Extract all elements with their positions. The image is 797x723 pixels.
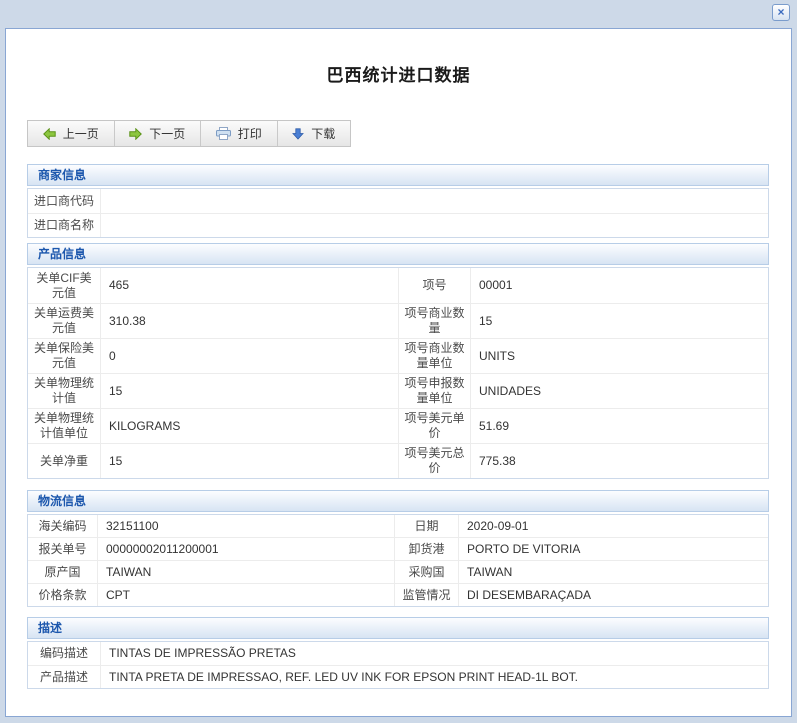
table-row: 进口商代码: [28, 189, 768, 213]
field-label: 日期: [394, 515, 459, 537]
field-value: [101, 214, 768, 237]
page-title: 巴西统计进口数据: [6, 29, 791, 86]
field-value: DI DESEMBARAÇADA: [459, 584, 768, 606]
field-label: 关单净重: [28, 444, 101, 478]
table-row: 价格条款 CPT 监管情况 DI DESEMBARAÇADA: [28, 583, 768, 606]
print-label: 打印: [238, 125, 262, 142]
section-header: 描述: [27, 617, 769, 639]
section-header: 物流信息: [27, 490, 769, 512]
description-table: 编码描述 TINTAS DE IMPRESSÃO PRETAS 产品描述 TIN…: [27, 641, 769, 689]
table-row: 关单物理统计值 15 项号申报数量单位 UNIDADES: [28, 373, 768, 408]
field-label: 进口商代码: [28, 189, 101, 213]
table-row: 关单运费美元值 310.38 项号商业数量 15: [28, 303, 768, 338]
section-description: 描述 编码描述 TINTAS DE IMPRESSÃO PRETAS 产品描述 …: [27, 617, 769, 689]
field-value: 00000002011200001: [98, 538, 394, 560]
field-label: 进口商名称: [28, 214, 101, 237]
field-label: 产品描述: [28, 666, 101, 688]
field-label: 原产国: [28, 561, 98, 583]
field-value: TINTAS DE IMPRESSÃO PRETAS: [101, 642, 768, 665]
field-label: 关单物理统计值单位: [28, 409, 101, 443]
toolbar: 上一页 下一页 打印 下载: [27, 120, 351, 147]
field-label: 项号: [398, 268, 471, 303]
field-label: 项号申报数量单位: [398, 374, 471, 408]
field-label: 监管情况: [394, 584, 459, 606]
field-label: 关单物理统计值: [28, 374, 101, 408]
prev-page-button[interactable]: 上一页: [28, 121, 115, 146]
arrow-down-blue-icon: [292, 128, 304, 140]
field-value: 51.69: [471, 409, 768, 443]
product-table: 关单CIF美元值 465 项号 00001 关单运费美元值 310.38 项号商…: [27, 267, 769, 479]
table-row: 产品描述 TINTA PRETA DE IMPRESSAO, REF. LED …: [28, 665, 768, 688]
section-merchant-info: 商家信息 进口商代码 进口商名称: [27, 164, 769, 238]
field-value: TINTA PRETA DE IMPRESSAO, REF. LED UV IN…: [101, 666, 768, 688]
field-value: KILOGRAMS: [101, 409, 398, 443]
field-label: 关单CIF美元值: [28, 268, 101, 303]
section-logistics-info: 物流信息 海关编码 32151100 日期 2020-09-01 报关单号 00…: [27, 490, 769, 607]
field-label: 项号商业数量单位: [398, 339, 471, 373]
print-button[interactable]: 打印: [201, 121, 278, 146]
dialog-panel: 巴西统计进口数据 上一页 下一页 打印: [5, 28, 792, 717]
download-button[interactable]: 下载: [278, 121, 351, 146]
table-row: 编码描述 TINTAS DE IMPRESSÃO PRETAS: [28, 642, 768, 665]
field-value: 310.38: [101, 304, 398, 338]
field-label: 海关编码: [28, 515, 98, 537]
table-row: 海关编码 32151100 日期 2020-09-01: [28, 515, 768, 537]
next-page-label: 下一页: [149, 125, 185, 142]
field-value: 775.38: [471, 444, 768, 478]
printer-icon: [216, 127, 231, 140]
field-label: 关单保险美元值: [28, 339, 101, 373]
field-value: 00001: [471, 268, 768, 303]
field-label: 报关单号: [28, 538, 98, 560]
field-value: 465: [101, 268, 398, 303]
section-header: 产品信息: [27, 243, 769, 265]
field-value: 15: [101, 374, 398, 408]
arrow-left-green-icon: [43, 128, 56, 140]
merchant-table: 进口商代码 进口商名称: [27, 188, 769, 238]
field-value: [101, 189, 768, 213]
table-row: 关单物理统计值单位 KILOGRAMS 项号美元单价 51.69: [28, 408, 768, 443]
prev-page-label: 上一页: [63, 125, 99, 142]
field-label: 编码描述: [28, 642, 101, 665]
table-row: 进口商名称: [28, 213, 768, 237]
section-product-info: 产品信息 关单CIF美元值 465 项号 00001 关单运费美元值 310.3…: [27, 243, 769, 479]
arrow-right-green-icon: [129, 128, 142, 140]
field-label: 价格条款: [28, 584, 98, 606]
table-row: 原产国 TAIWAN 采购国 TAIWAN: [28, 560, 768, 583]
table-row: 关单保险美元值 0 项号商业数量单位 UNITS: [28, 338, 768, 373]
field-value: TAIWAN: [98, 561, 394, 583]
field-value: CPT: [98, 584, 394, 606]
section-header: 商家信息: [27, 164, 769, 186]
field-value: UNITS: [471, 339, 768, 373]
close-icon[interactable]: ×: [772, 4, 790, 21]
field-value: 2020-09-01: [459, 515, 768, 537]
field-value: UNIDADES: [471, 374, 768, 408]
field-value: 0: [101, 339, 398, 373]
field-label: 项号美元单价: [398, 409, 471, 443]
download-label: 下载: [311, 125, 335, 142]
table-row: 关单CIF美元值 465 项号 00001: [28, 268, 768, 303]
field-label: 项号商业数量: [398, 304, 471, 338]
field-label: 采购国: [394, 561, 459, 583]
field-label: 项号美元总价: [398, 444, 471, 478]
field-label: 关单运费美元值: [28, 304, 101, 338]
field-value: PORTO DE VITORIA: [459, 538, 768, 560]
next-page-button[interactable]: 下一页: [115, 121, 202, 146]
field-value: 15: [101, 444, 398, 478]
field-value: 32151100: [98, 515, 394, 537]
field-label: 卸货港: [394, 538, 459, 560]
field-value: 15: [471, 304, 768, 338]
table-row: 报关单号 00000002011200001 卸货港 PORTO DE VITO…: [28, 537, 768, 560]
field-value: TAIWAN: [459, 561, 768, 583]
table-row: 关单净重 15 项号美元总价 775.38: [28, 443, 768, 478]
logistics-table: 海关编码 32151100 日期 2020-09-01 报关单号 0000000…: [27, 514, 769, 607]
